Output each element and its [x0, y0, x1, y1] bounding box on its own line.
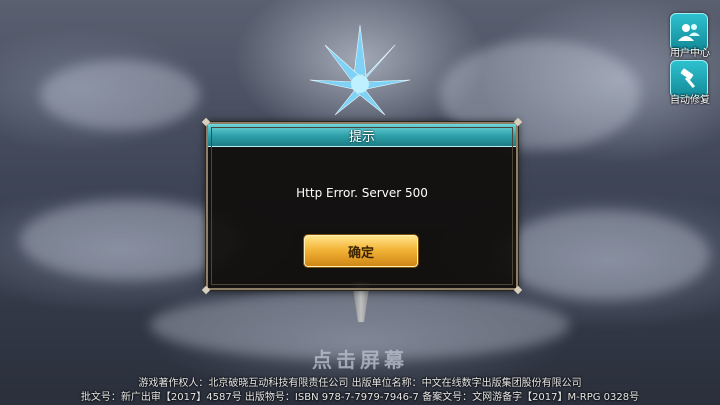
dialog-message: Http Error. Server 500	[296, 186, 428, 200]
tap-screen-prompt: 点击屏幕	[312, 348, 408, 372]
user-center-label: 用户中心	[670, 48, 710, 59]
auto-repair-label: 自动修复	[670, 95, 710, 106]
hammer-icon	[680, 68, 696, 89]
users-icon	[678, 24, 700, 41]
publication-line: 批文号：新广出审【2017】4587号 出版物号：ISBN 978-7-7979…	[80, 392, 640, 403]
dialog-title: 提示	[208, 124, 516, 147]
ok-button[interactable]: 确定	[304, 235, 418, 267]
crystal-flower-icon	[309, 24, 411, 116]
copyright-line: 游戏著作权人：北京破晓互动科技有限责任公司 出版单位名称：中文在线数字出版集团股…	[138, 378, 582, 389]
error-dialog: 提示 Http Error. Server 500 确定	[201, 117, 523, 295]
